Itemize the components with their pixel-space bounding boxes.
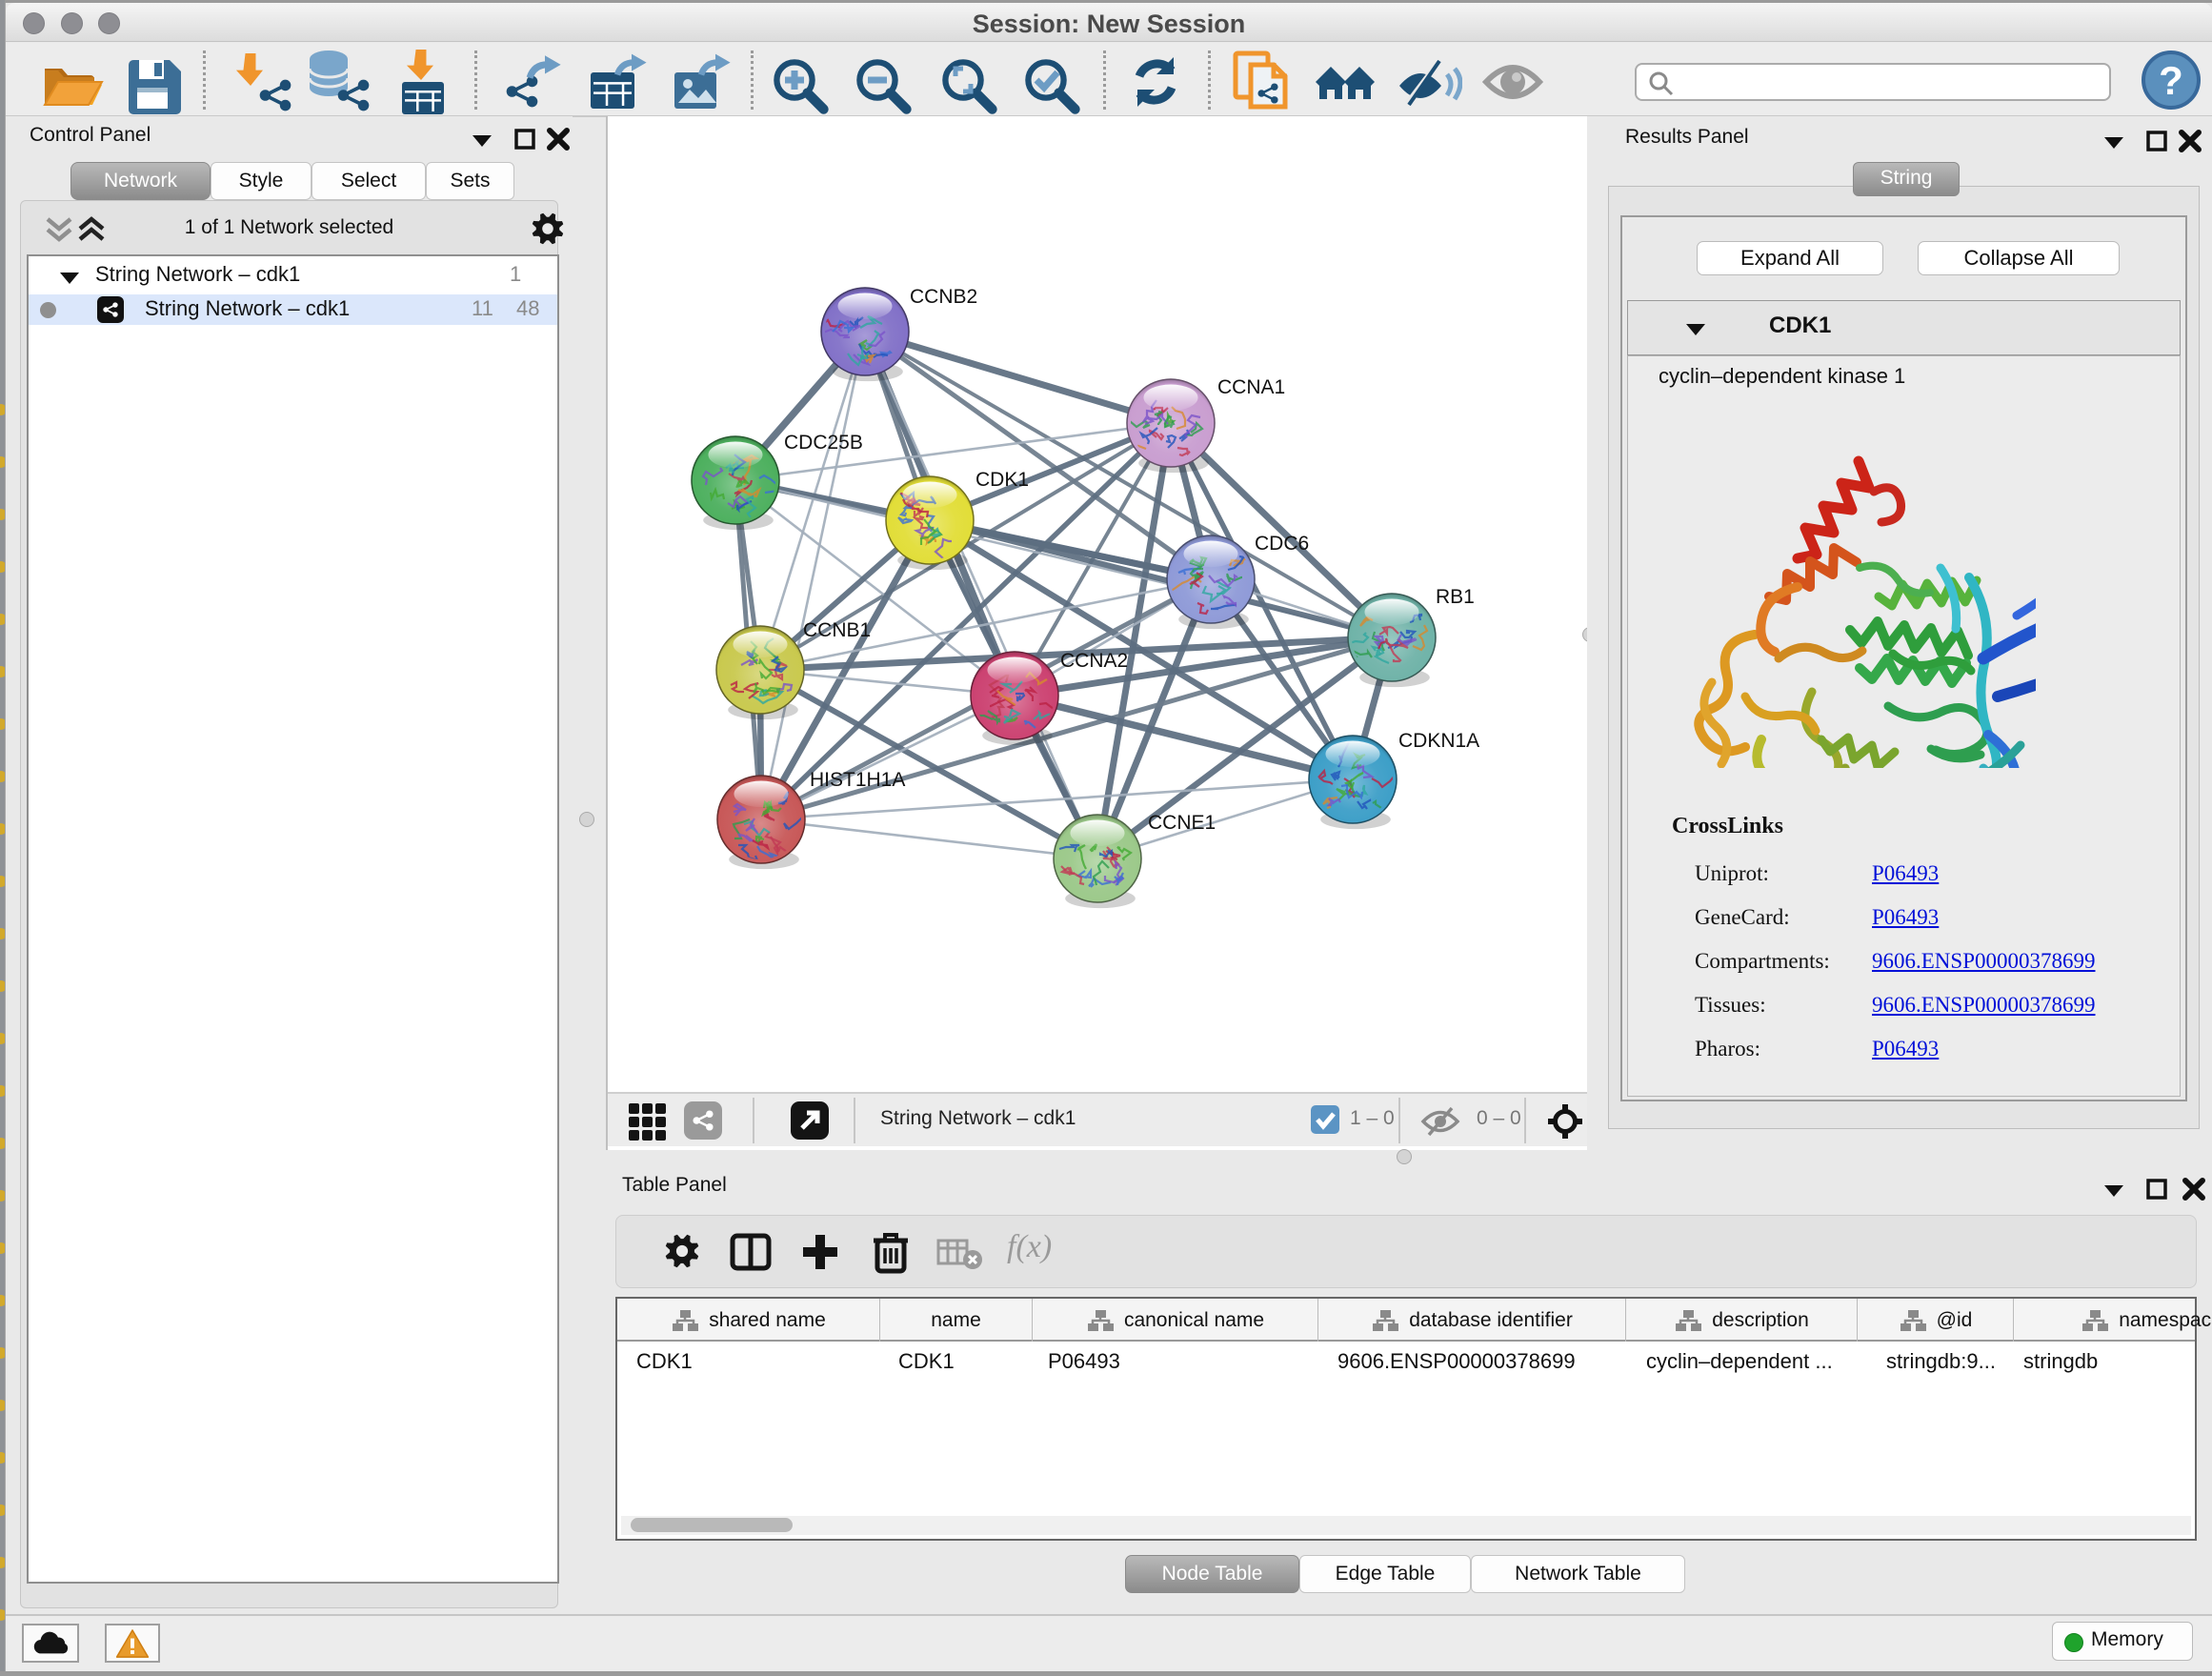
svg-text:RB1: RB1	[1436, 586, 1475, 608]
svg-text:CDC6: CDC6	[1255, 533, 1309, 555]
svg-text:CCNE1: CCNE1	[1148, 812, 1216, 834]
svg-text:CDC25B: CDC25B	[784, 432, 863, 454]
svg-text:CCNA1: CCNA1	[1217, 376, 1285, 398]
svg-text:CCNB2: CCNB2	[910, 286, 977, 308]
svg-text:CCNB1: CCNB1	[803, 619, 871, 641]
svg-text:CDK1: CDK1	[975, 469, 1029, 491]
svg-text:HIST1H1A: HIST1H1A	[810, 769, 905, 791]
svg-text:CDKN1A: CDKN1A	[1398, 730, 1479, 752]
svg-text:CCNA2: CCNA2	[1060, 650, 1128, 672]
